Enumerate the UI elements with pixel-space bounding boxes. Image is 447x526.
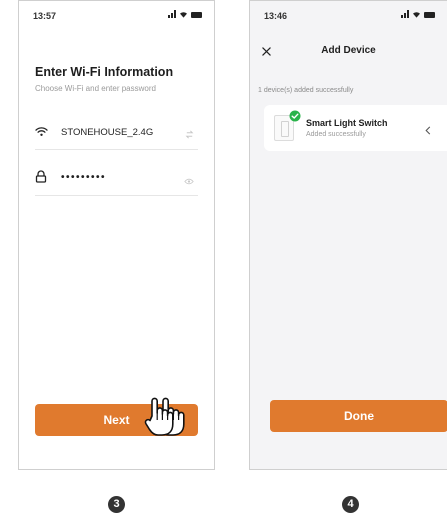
hand-pointer-icon — [143, 396, 177, 443]
page-title: Add Device — [321, 45, 376, 56]
status-bar: 13:46 — [250, 1, 447, 27]
status-time: 13:57 — [33, 11, 57, 21]
password-value: ••••••••• — [61, 172, 107, 183]
status-time: 13:46 — [264, 11, 288, 21]
battery-icon — [424, 12, 435, 18]
wifi-icon — [35, 124, 48, 142]
done-button[interactable]: Done — [270, 400, 447, 432]
chevron-left-icon[interactable] — [425, 122, 431, 140]
step-number-badge: 3 — [108, 496, 125, 513]
status-icons — [168, 10, 202, 18]
wifi-name: STONEHOUSE_2.4G — [61, 127, 154, 138]
status-bar: 13:57 — [19, 1, 214, 27]
cellular-signal-icon — [401, 10, 409, 18]
cellular-signal-icon — [168, 10, 176, 18]
phone-screen-add-device: 13:46 Add Device 1 device(s) added succe… — [249, 0, 447, 470]
eye-icon[interactable] — [184, 172, 194, 190]
added-count-message: 1 device(s) added successfully — [258, 87, 354, 94]
check-badge-icon — [289, 109, 301, 127]
device-name: Smart Light Switch — [306, 118, 388, 128]
page-subtitle: Choose Wi-Fi and enter password — [35, 84, 156, 93]
battery-icon — [191, 12, 202, 18]
device-status: Added successfully — [306, 131, 366, 138]
device-card[interactable]: Smart Light Switch Added successfully — [264, 105, 447, 151]
wifi-status-icon — [179, 11, 188, 18]
wifi-network-field[interactable]: STONEHOUSE_2.4G — [35, 114, 198, 150]
page-title: Enter Wi-Fi Information — [35, 65, 174, 79]
lock-icon — [35, 170, 47, 188]
wifi-status-icon — [412, 11, 421, 18]
step-number-badge: 4 — [342, 496, 359, 513]
password-field[interactable]: ••••••••• — [35, 160, 198, 196]
status-icons — [401, 10, 435, 18]
swap-icon[interactable] — [185, 126, 194, 144]
